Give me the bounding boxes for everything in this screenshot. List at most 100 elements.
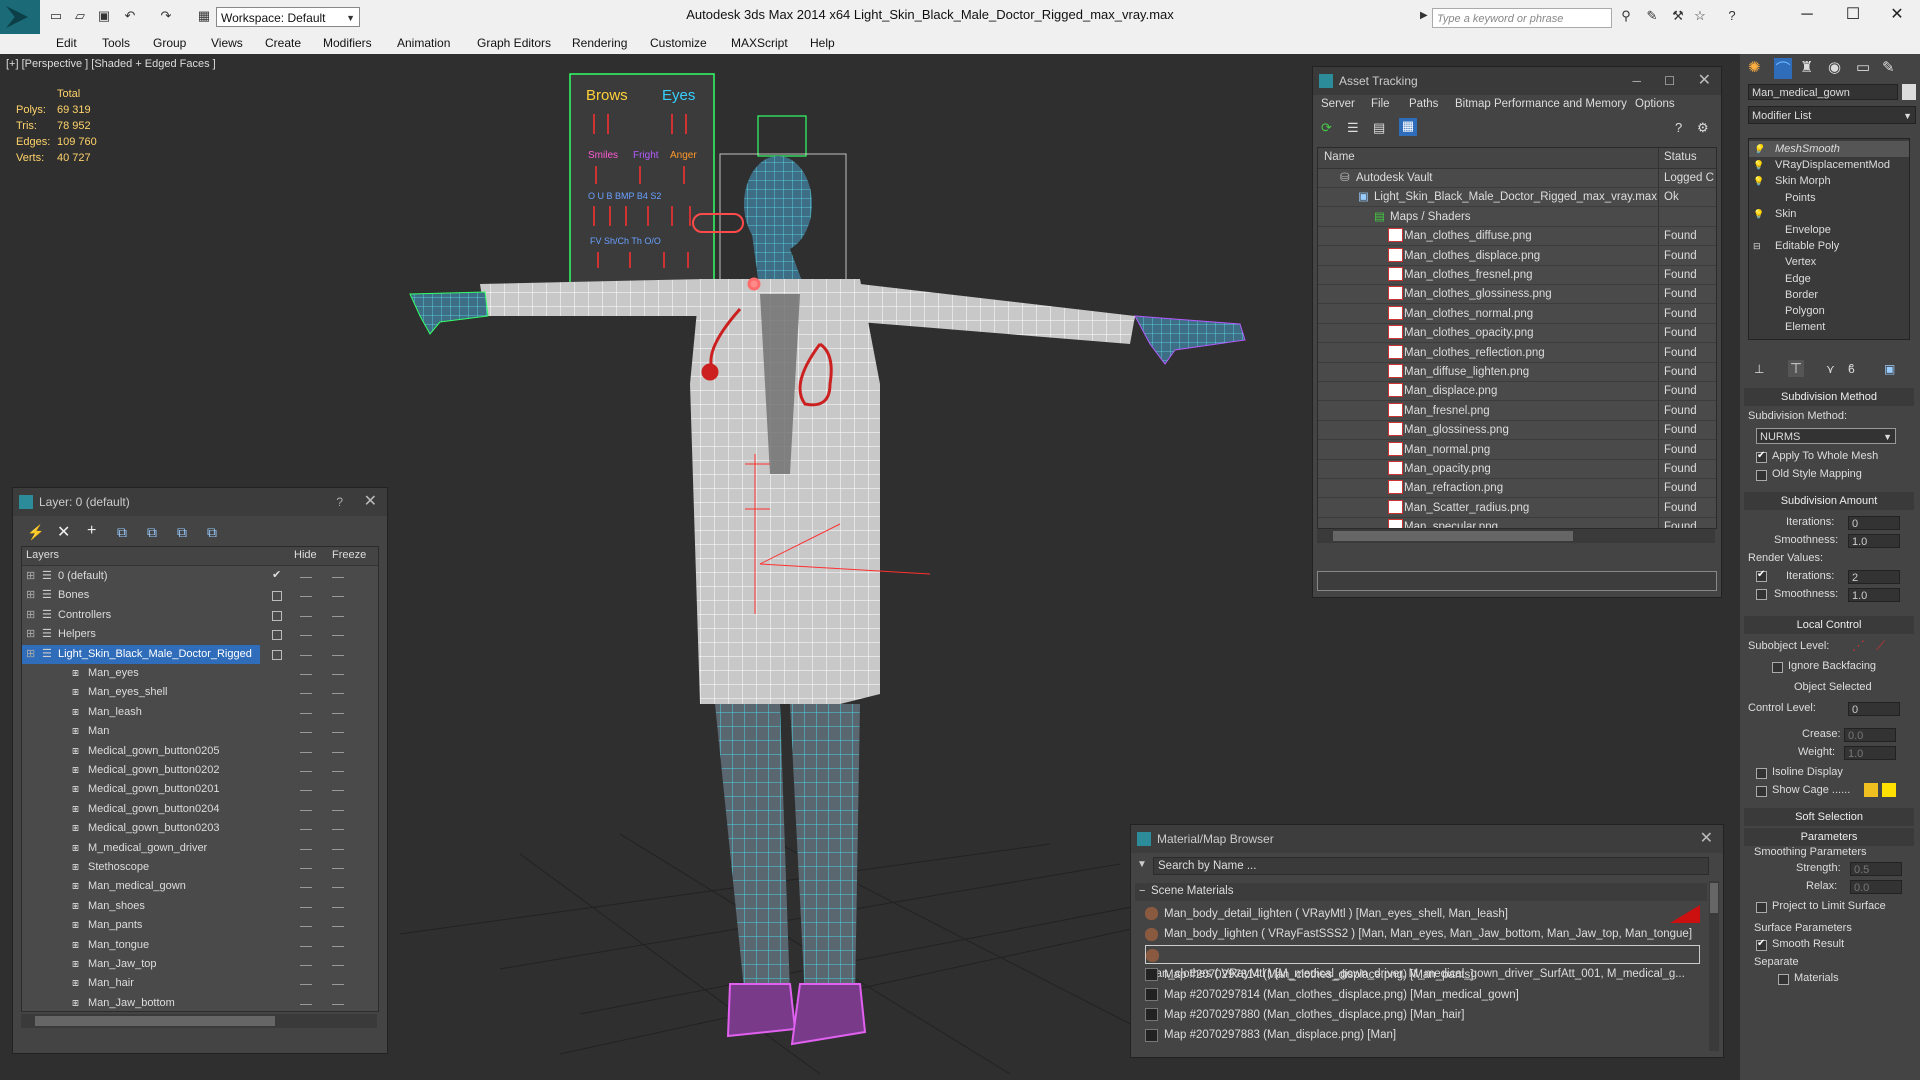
col-freeze[interactable]: Freeze bbox=[332, 549, 366, 561]
modifier-toggle-icon[interactable]: 💡 bbox=[1753, 206, 1764, 222]
render-smoothness-checkbox[interactable] bbox=[1756, 589, 1767, 600]
active-layer-checkbox[interactable] bbox=[272, 630, 282, 641]
material-row[interactable]: Man_body_lighten ( VRayFastSSS2 ) [Man, … bbox=[1145, 925, 1700, 944]
hierarchy-tab-icon[interactable]: ♜ bbox=[1800, 58, 1813, 76]
render-iterations-spinner[interactable]: 2 bbox=[1848, 570, 1900, 584]
hide-toggle[interactable] bbox=[300, 887, 312, 889]
layer-row[interactable]: ⊞ ☰ Controllers bbox=[22, 606, 378, 625]
subobject-edge-icon[interactable]: ⟋ bbox=[1876, 638, 1885, 654]
asset-row[interactable]: Man_specular.png Found bbox=[1318, 518, 1716, 528]
hide-toggle[interactable] bbox=[300, 712, 312, 714]
asset-row[interactable]: ⛁ Autodesk Vault Logged C bbox=[1318, 169, 1716, 188]
render-smoothness-spinner[interactable]: 1.0 bbox=[1848, 588, 1900, 602]
layer-row[interactable]: ⊞ ☰ 0 (default) bbox=[22, 567, 378, 586]
modifier-stack-item[interactable]: 💡 Skin Morph bbox=[1749, 173, 1909, 189]
modifier-stack-item[interactable]: Element bbox=[1749, 319, 1909, 335]
new-file-icon[interactable]: ▭ bbox=[48, 9, 64, 23]
subdiv-method-select[interactable]: NURMS ▼ bbox=[1756, 428, 1896, 444]
material-row[interactable]: Man_clothes ( VRayMtl ) [M_medical_gown_… bbox=[1145, 945, 1700, 980]
menu-tools[interactable]: Tools bbox=[102, 36, 130, 50]
open-file-icon[interactable]: ▱ bbox=[72, 9, 88, 23]
asset-row[interactable]: Man_clothes_fresnel.png Found bbox=[1318, 266, 1716, 285]
menu-rendering[interactable]: Rendering bbox=[572, 36, 627, 50]
close-icon[interactable]: ✕ bbox=[1698, 67, 1711, 95]
add-to-layer-icon[interactable]: + bbox=[87, 522, 96, 540]
layer-row[interactable]: ⧆ Man_eyes_shell bbox=[22, 683, 378, 702]
favorites-icon[interactable]: ☆ bbox=[1692, 9, 1708, 23]
subscription-icon[interactable]: ✎ bbox=[1644, 9, 1660, 23]
hide-toggle[interactable] bbox=[300, 945, 312, 947]
parameters-rollout[interactable]: Parameters bbox=[1744, 828, 1914, 846]
control-level-spinner[interactable]: 0 bbox=[1848, 702, 1900, 716]
freeze-toggle[interactable] bbox=[332, 732, 344, 734]
active-layer-checkbox[interactable] bbox=[272, 610, 282, 621]
right-leg-mesh[interactable] bbox=[790, 704, 860, 999]
menu-create[interactable]: Create bbox=[265, 36, 301, 50]
close-icon[interactable]: ✕ bbox=[1700, 825, 1713, 853]
freeze-toggle[interactable] bbox=[332, 848, 344, 850]
layer-row[interactable]: ⧆ Man_medical_gown bbox=[22, 877, 378, 896]
soft-selection-rollout[interactable]: Soft Selection bbox=[1744, 808, 1914, 826]
expand-icon[interactable]: ⊞ bbox=[26, 586, 35, 605]
layer-row[interactable]: ⧆ Medical_gown_button0204 bbox=[22, 800, 378, 819]
detail-view-icon[interactable]: ▤ bbox=[1373, 120, 1385, 136]
layer-row[interactable]: ⧆ Stethoscope bbox=[22, 858, 378, 877]
collapse-icon[interactable]: − bbox=[1139, 885, 1145, 897]
layer-row[interactable]: ⧆ Man bbox=[22, 722, 378, 741]
asset-row[interactable]: Man_normal.png Found bbox=[1318, 441, 1716, 460]
layer-row[interactable]: ⧆ Man_eyes bbox=[22, 664, 378, 683]
freeze-toggle[interactable] bbox=[332, 945, 344, 947]
menu-views[interactable]: Views bbox=[211, 36, 243, 50]
freeze-toggle[interactable] bbox=[332, 868, 344, 869]
maximize-button[interactable]: ☐ bbox=[1830, 0, 1876, 30]
hide-toggle[interactable] bbox=[300, 654, 312, 656]
subdivision-amount-rollout[interactable]: Subdivision Amount bbox=[1744, 492, 1914, 510]
material-search-input[interactable]: Search by Name ... bbox=[1153, 857, 1709, 875]
layer-scrollbar[interactable] bbox=[21, 1014, 377, 1028]
hide-toggle[interactable] bbox=[300, 732, 312, 734]
object-color-swatch[interactable] bbox=[1902, 84, 1916, 100]
menu-help[interactable]: Help bbox=[810, 36, 835, 50]
smoothness-spinner[interactable]: 1.0 bbox=[1848, 534, 1900, 548]
asset-row[interactable]: Man_opacity.png Found bbox=[1318, 460, 1716, 479]
asset-scrollbar[interactable] bbox=[1317, 529, 1715, 543]
cage-color-swatch[interactable] bbox=[1864, 783, 1878, 797]
asset-menu-paths[interactable]: Paths bbox=[1409, 98, 1438, 110]
hide-toggle[interactable] bbox=[300, 965, 312, 966]
asset-row[interactable]: Man_diffuse_lighten.png Found bbox=[1318, 363, 1716, 382]
workspace-dropdown[interactable]: Workspace: Default ▼ bbox=[216, 7, 360, 27]
hide-toggle[interactable] bbox=[300, 809, 312, 811]
hide-toggle[interactable] bbox=[300, 751, 312, 753]
layer-row[interactable]: ⧆ M_medical_gown_driver bbox=[22, 839, 378, 858]
material-row[interactable]: Map #2070297814 (Man_clothes_displace.pn… bbox=[1145, 986, 1700, 1005]
help-icon[interactable]: ? bbox=[1724, 9, 1740, 23]
hide-toggle[interactable] bbox=[300, 829, 312, 831]
expand-icon[interactable]: ⊞ bbox=[26, 625, 35, 644]
hide-toggle[interactable] bbox=[300, 790, 312, 792]
asset-row[interactable]: ▣ Light_Skin_Black_Male_Doctor_Rigged_max… bbox=[1318, 188, 1716, 208]
material-scrollbar[interactable] bbox=[1709, 881, 1719, 1051]
create-layer-icon[interactable]: ⚡ bbox=[27, 524, 44, 541]
freeze-toggle[interactable] bbox=[332, 984, 344, 986]
undo-icon[interactable]: ↶ bbox=[122, 9, 138, 23]
asset-menu-file[interactable]: File bbox=[1371, 98, 1390, 110]
layer-row[interactable]: ⊞ ☰ Bones bbox=[22, 586, 378, 605]
freeze-toggle[interactable] bbox=[332, 596, 344, 598]
asset-row[interactable]: Man_clothes_reflection.png Found bbox=[1318, 344, 1716, 363]
asset-menu-options[interactable]: Options bbox=[1635, 98, 1675, 110]
project-limit-checkbox[interactable] bbox=[1756, 902, 1767, 913]
layer-row[interactable]: ⧆ Medical_gown_button0201 bbox=[22, 780, 378, 799]
keyword-search-input[interactable]: Type a keyword or phrase bbox=[1432, 8, 1612, 28]
freeze-toggle[interactable] bbox=[332, 577, 344, 578]
minimize-icon[interactable]: ─ bbox=[1632, 67, 1641, 95]
freeze-toggle[interactable] bbox=[332, 674, 344, 675]
right-arm-mesh[interactable] bbox=[860, 284, 1135, 344]
col-name[interactable]: Name bbox=[1324, 151, 1355, 163]
cage-selected-color-swatch[interactable] bbox=[1882, 783, 1896, 797]
right-hand-mesh[interactable] bbox=[1134, 315, 1246, 365]
layer-row[interactable]: ⧆ Medical_gown_button0202 bbox=[22, 761, 378, 780]
hide-toggle[interactable] bbox=[300, 596, 312, 598]
layer-row[interactable]: ⧆ Man_Jaw_bottom bbox=[22, 994, 378, 1013]
weight-spinner[interactable]: 1.0 bbox=[1844, 746, 1896, 760]
asset-row[interactable]: Man_clothes_opacity.png Found bbox=[1318, 324, 1716, 344]
